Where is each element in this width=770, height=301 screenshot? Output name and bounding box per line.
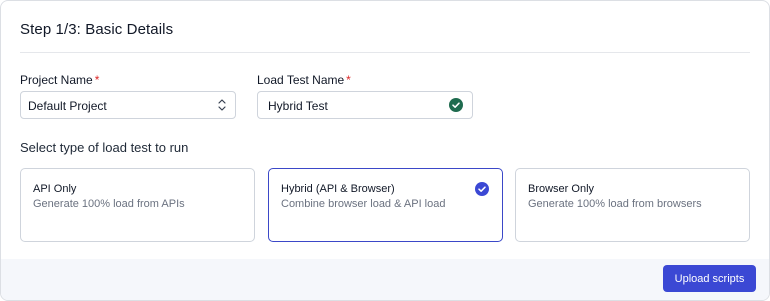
option-api-only[interactable]: API Only Generate 100% load from APIs [20,168,255,242]
check-circle-icon [449,98,463,112]
upload-scripts-button[interactable]: Upload scripts [663,265,756,292]
test-type-label: Select type of load test to run [20,140,189,155]
footer-bar [1,259,769,300]
form-card: Step 1/3: Basic Details Project Name * De… [0,0,770,301]
option-description: Generate 100% load from APIs [33,198,185,210]
option-title: Hybrid (API & Browser) [281,183,395,195]
option-title: Browser Only [528,183,595,195]
load-test-name-value: Hybrid Test [268,99,328,113]
project-name-label: Project Name * [20,73,100,87]
selected-check-icon [475,182,489,196]
option-description: Combine browser load & API load [281,198,446,210]
option-title: API Only [33,183,77,195]
page-title: Step 1/3: Basic Details [20,21,174,38]
required-mark: * [346,73,351,87]
option-description: Generate 100% load from browsers [528,198,702,210]
option-browser-only[interactable]: Browser Only Generate 100% load from bro… [515,168,750,242]
divider [20,52,750,53]
required-mark: * [94,73,100,87]
project-select-value: Default Project [28,99,107,113]
load-test-name-input[interactable]: Hybrid Test [257,91,473,119]
option-hybrid[interactable]: Hybrid (API & Browser) Combine browser l… [268,168,503,242]
load-test-name-label: Load Test Name * [257,73,351,87]
project-select[interactable]: Default Project [20,91,236,119]
chevron-up-down-icon [218,99,226,111]
